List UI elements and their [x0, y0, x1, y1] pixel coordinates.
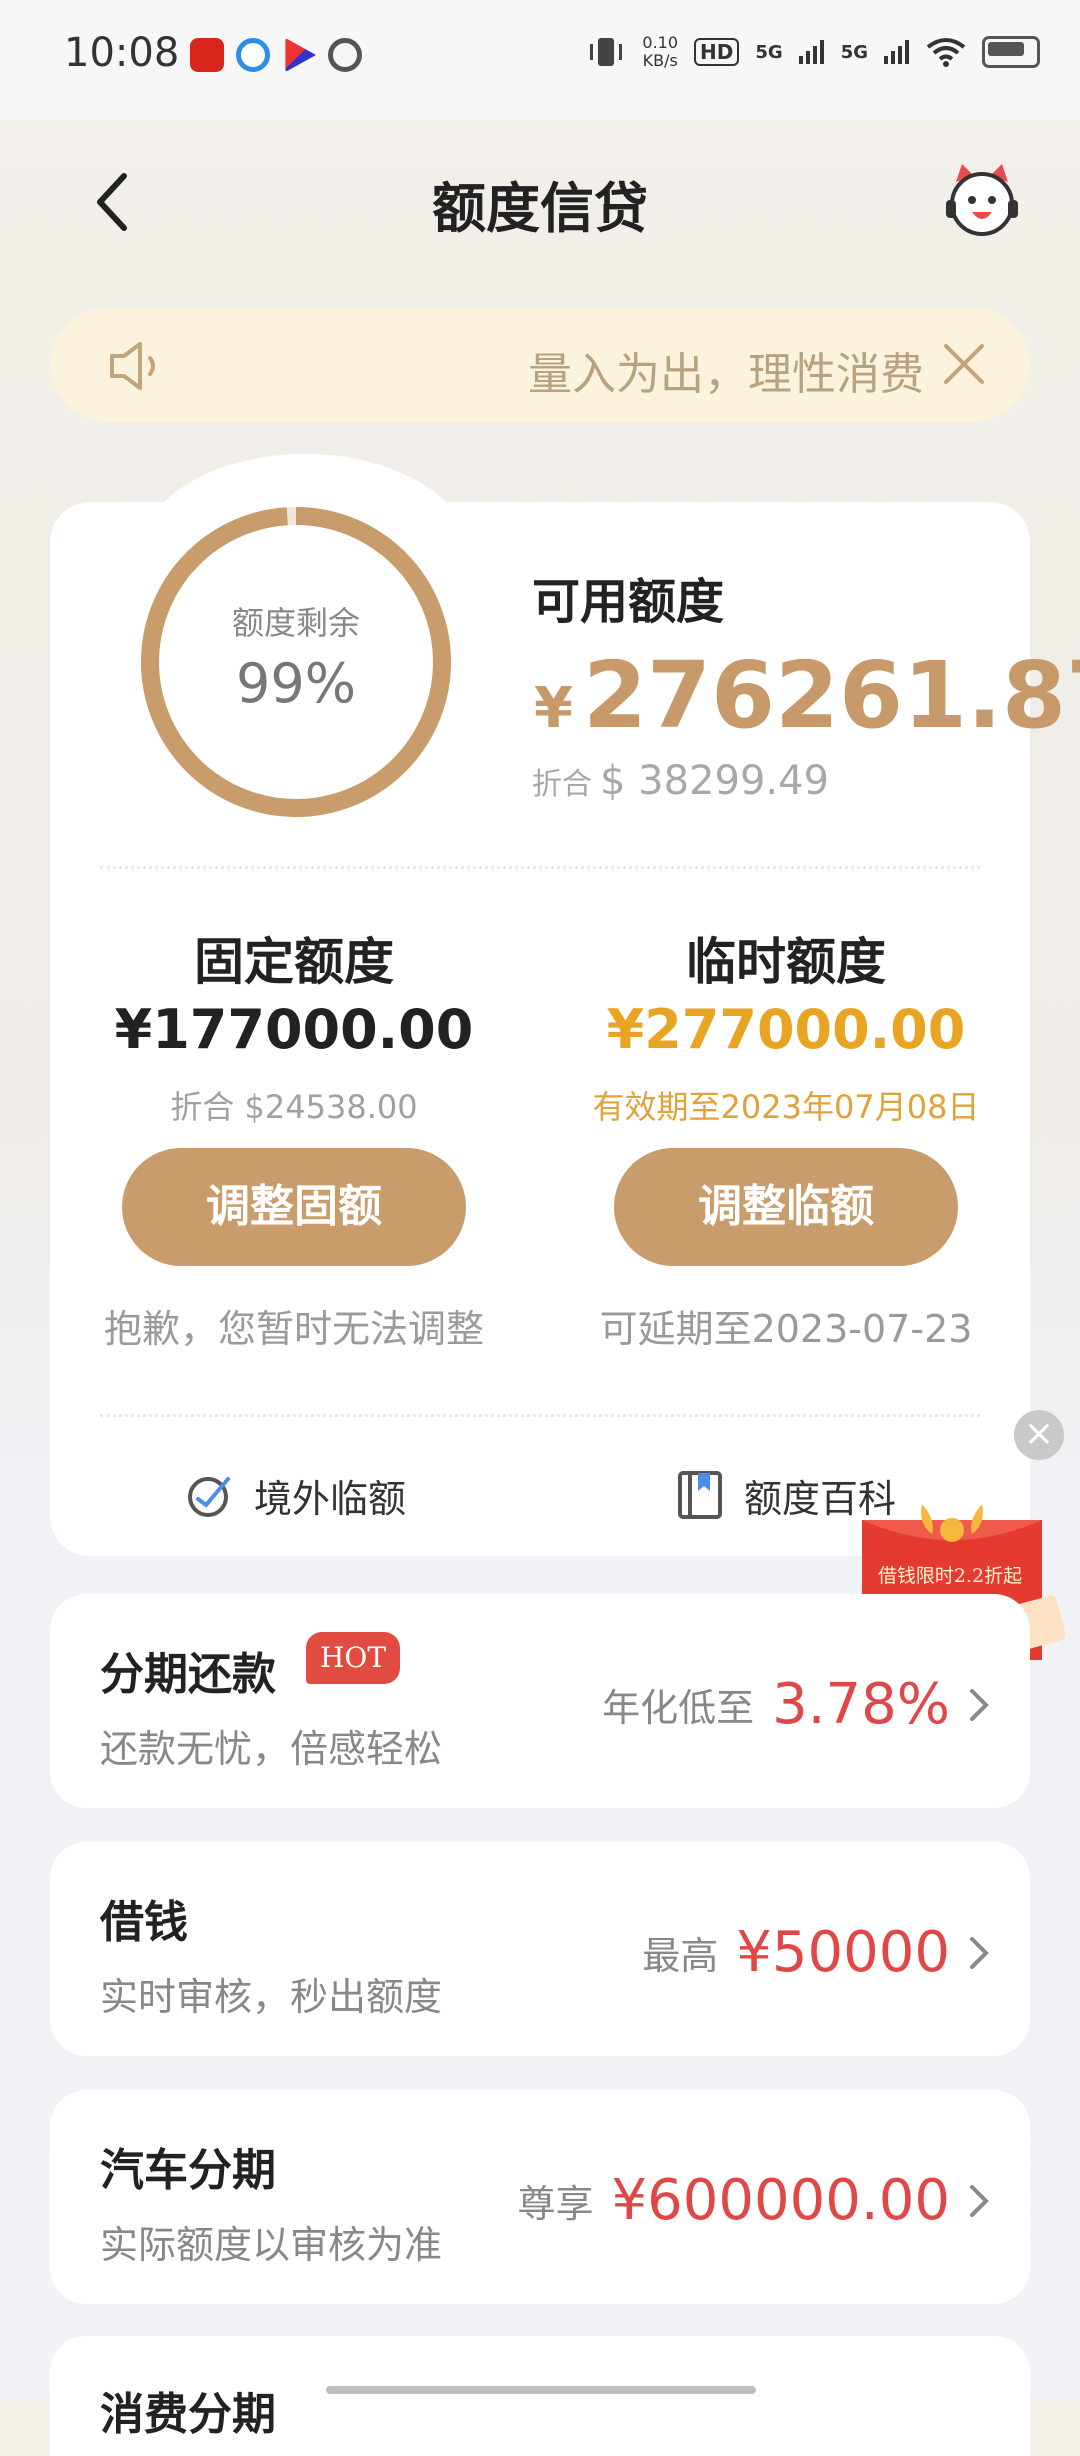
status-indicators: 0.10 KB/s HD 5G 5G [586, 34, 1040, 70]
divider [100, 1414, 980, 1417]
row-subtitle: 还款无忧，倍感轻松 [100, 1727, 443, 1771]
chevron-right-icon [970, 1688, 989, 1721]
row-prefix: 年化低至 [602, 1686, 755, 1730]
app-header: 额度信贷 [0, 120, 1080, 280]
adjust-temporary-button[interactable]: 调整临额 [614, 1148, 958, 1266]
battery-icon [982, 36, 1040, 68]
net-speed: 0.10 KB/s [642, 33, 679, 70]
hot-badge: HOT [306, 1632, 400, 1684]
chevron-right-icon [970, 1936, 989, 1969]
available-credit-usd: 折合 $ 38299.49 [532, 758, 829, 804]
customer-service-mascot-icon[interactable] [942, 160, 1022, 240]
speaker-icon [110, 342, 155, 390]
hd-icon: HD [694, 38, 740, 66]
row-title: 汽车分期 [100, 2145, 276, 2196]
app-blue-icon [236, 38, 270, 72]
notice-bar: 量入为出，理性消费 [50, 308, 1030, 422]
ring-percent: 99% [235, 652, 357, 715]
overseas-link-label: 境外临额 [254, 1476, 407, 1521]
status-bar: 10:08 0.10 KB/s HD 5G 5G [0, 0, 1080, 120]
promo-text: 借钱限时2.2折起 [878, 1565, 1022, 1587]
available-credit-amount: ¥276261.87 [534, 642, 1080, 749]
temporary-credit-title: 临时额度 [686, 933, 886, 991]
available-credit-label: 可用额度 [532, 574, 725, 630]
row-title: 消费分期 [100, 2389, 276, 2440]
car-installment-row[interactable]: 汽车分期 实际额度以审核为准 尊享 ¥600000.00 [50, 2090, 1030, 2304]
ring-label: 额度剩余 [231, 604, 360, 642]
row-value-group: 年化低至 3.78% [602, 1672, 990, 1737]
notice-text: 量入为出，理性消费 [528, 349, 924, 400]
temporary-credit-note: 可延期至2023-07-23 [599, 1307, 973, 1351]
temporary-credit-expiry: 有效期至2023年07月08日 [592, 1088, 980, 1126]
status-time: 10:08 [64, 30, 180, 76]
currency-symbol: ¥ [534, 676, 573, 741]
close-icon[interactable] [940, 340, 988, 388]
signal-bars-icon [798, 40, 824, 64]
wifi-icon [926, 38, 966, 67]
fixed-credit-title: 固定额度 [194, 933, 394, 991]
fixed-credit-amount: ¥177000.00 [114, 998, 474, 1061]
temporary-credit-amount: ¥277000.00 [606, 998, 966, 1061]
row-prefix: 尊享 [517, 2182, 594, 2226]
row-value-group: 尊享 ¥600000.00 [518, 2168, 990, 2233]
available-amount-value: 276261.87 [582, 642, 1080, 749]
app-link-icon [328, 38, 362, 72]
chevron-right-icon [970, 2184, 989, 2217]
row-title: 借钱 [100, 1897, 188, 1948]
vibrate-icon [590, 38, 623, 66]
credit-card: 额度剩余 99% 可用额度 ¥276261.87 折合 $ 38299.49 固定… [50, 502, 1080, 1556]
row-prefix: 最高 [642, 1934, 719, 1978]
usd-amount: $ 38299.49 [600, 758, 830, 804]
book-icon [678, 1471, 722, 1519]
notification-icons [190, 38, 362, 72]
borrow-money-row[interactable]: 借钱 实时审核，秒出额度 最高 ¥50000 [50, 1842, 1030, 2056]
installment-repayment-row[interactable]: 分期还款 HOT 还款无忧，倍感轻松 年化低至 3.78% [50, 1594, 1030, 1808]
signal-5g-2: 5G [840, 41, 868, 63]
globe-plane-icon [188, 1477, 230, 1517]
divider [100, 866, 980, 869]
fixed-credit-note: 抱歉，您暂时无法调整 [103, 1307, 484, 1351]
row-value: ¥600000.00 [611, 2168, 950, 2233]
adjust-fixed-button[interactable]: 调整固额 [122, 1148, 466, 1266]
consumer-installment-row[interactable]: 消费分期 [50, 2336, 1030, 2456]
usd-prefix: 折合 [532, 767, 592, 802]
signal-bars-icon [884, 40, 909, 64]
row-subtitle: 实时审核，秒出额度 [100, 1975, 443, 2019]
row-value-group: 最高 ¥50000 [642, 1920, 990, 1985]
home-indicator[interactable] [326, 2386, 756, 2394]
fixed-credit-usd: 折合 $24538.00 [170, 1088, 418, 1126]
app-play-icon [285, 38, 316, 72]
row-value: ¥50000 [736, 1920, 950, 1985]
row-value: 3.78% [772, 1672, 950, 1737]
row-title: 分期还款 [100, 1649, 276, 1700]
overseas-temp-credit-link[interactable]: 境外临额 [184, 1460, 406, 1530]
signal-5g-1: 5G [755, 41, 783, 63]
app-red-icon [190, 38, 224, 72]
promo-close-icon[interactable]: × [1014, 1410, 1064, 1460]
row-subtitle: 实际额度以审核为准 [100, 2223, 443, 2267]
page-title: 额度信贷 [432, 177, 648, 240]
